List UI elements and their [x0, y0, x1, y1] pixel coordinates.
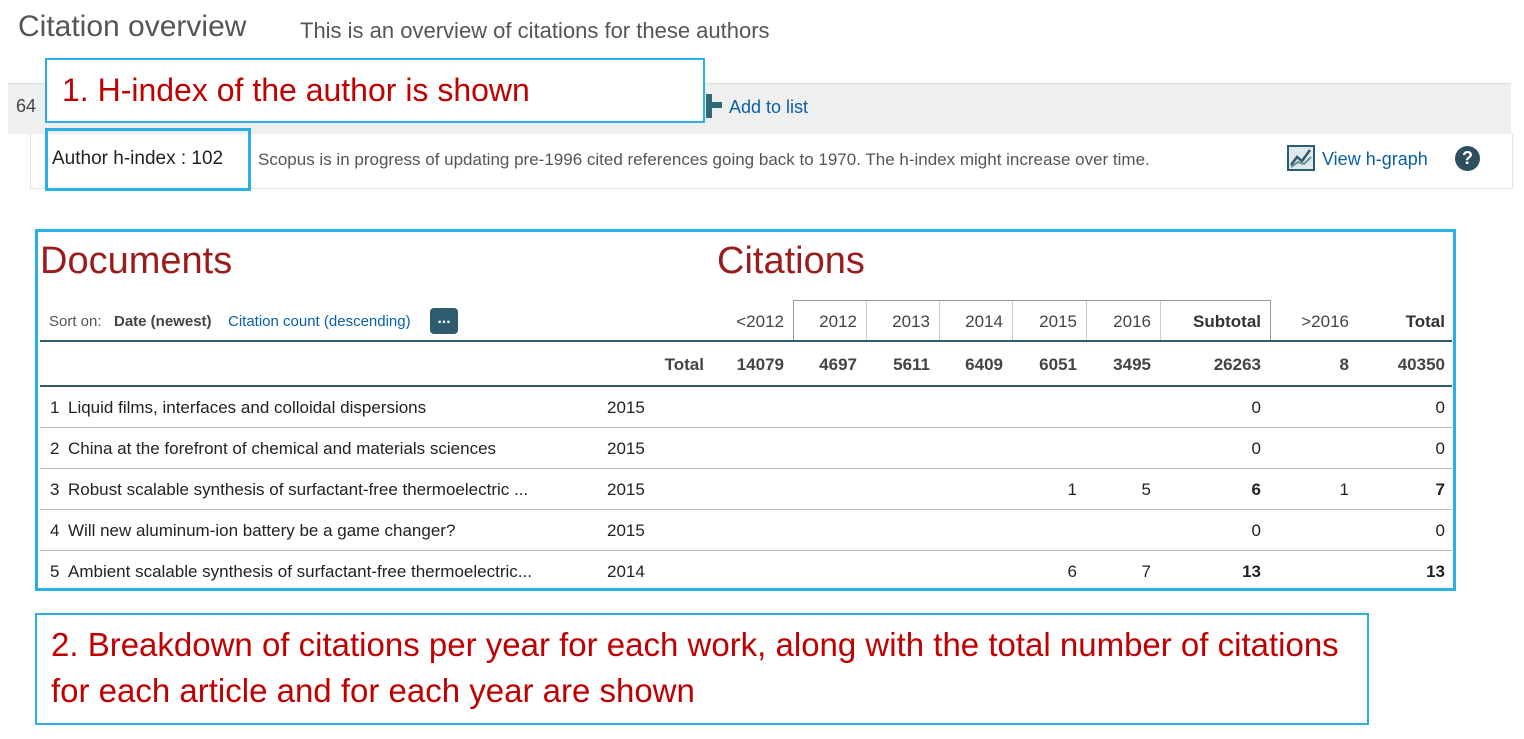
add-to-list-icon[interactable] [704, 92, 722, 120]
page-subtitle: This is an overview of citations for the… [300, 18, 770, 43]
citations-table-highlight-box [35, 229, 1456, 591]
callout-breakdown-text: 2. Breakdown of citations per year for e… [51, 626, 1339, 709]
hindex-highlight-box [45, 128, 251, 191]
add-to-list-link[interactable]: Add to list [729, 97, 808, 118]
results-count: 64 [16, 96, 37, 116]
view-hgraph-link[interactable]: View h-graph [1322, 149, 1428, 170]
page-title: Citation overview [18, 10, 247, 43]
scopus-update-note: Scopus is in progress of updating pre-19… [258, 150, 1150, 169]
callout-hindex-text: 1. H-index of the author is shown [62, 72, 530, 108]
help-icon[interactable]: ? [1455, 146, 1480, 171]
chart-icon[interactable] [1287, 145, 1315, 171]
